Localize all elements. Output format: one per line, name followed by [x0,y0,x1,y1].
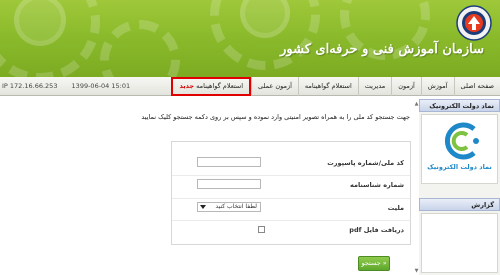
gear-decoration [100,20,180,77]
id-number-row: شماره شناسنامه [172,175,410,197]
top-navbar: IP 172.16.66.253 1399-06-04 15:01 صفحه ا… [0,77,500,96]
row-divider [172,220,410,221]
chevron-left-icon: « [382,260,387,267]
ip-address: IP 172.16.66.253 [2,82,58,90]
nav-home[interactable]: صفحه اصلی [453,77,500,96]
nav-item-label: استعلام گواهینامه [196,82,244,90]
nationality-row: ملیت لطفا انتخاب کنید [172,198,410,220]
id-number-input[interactable] [197,179,261,189]
inquiry-form: کد ملی/شماره پاسپورت شماره شناسنامه ملیت… [171,141,411,245]
pdf-label: دریافت فایل pdf [349,226,404,234]
site-title: سازمان آموزش فنی و حرفه‌ای کشور [280,42,484,57]
nav-exam[interactable]: آزمون [391,77,421,96]
sidebar: نماد دولت الکترونیک نماد دولت الکترونیک … [419,99,500,275]
national-id-label: کد ملی/شماره پاسپورت [327,159,404,167]
nationality-select[interactable]: لطفا انتخاب کنید [197,202,261,212]
nationality-selected-value: لطفا انتخاب کنید [215,203,257,210]
egov-panel[interactable]: نماد دولت الکترونیک [421,114,498,184]
pdf-row: دریافت فایل pdf [172,220,410,242]
egov-logo-icon [444,122,479,160]
pdf-checkbox[interactable] [258,226,265,233]
tvto-logo [456,5,492,41]
nav-certificate-inquiry[interactable]: استعلام گواهینامه [297,77,358,96]
nav-management[interactable]: مدیریت [357,77,391,96]
egov-panel-title: نماد دولت الکترونیک [419,99,500,112]
national-id-input[interactable] [197,157,261,167]
nav-certificate-inquiry-new[interactable]: استعلام گواهینامه جدید [171,77,252,96]
search-button-label: جستجو [361,259,381,267]
search-button[interactable]: «جستجو [358,256,390,271]
report-panel [421,213,498,273]
report-panel-title: گزارش [419,198,500,211]
date-time: 1399-06-04 15:01 [71,82,131,90]
instruction-text: جهت جستجو کد ملی را به همراه تصویر امنیت… [141,113,410,121]
chevron-down-icon [200,205,206,209]
row-divider [172,198,410,199]
new-badge: جدید [179,82,195,90]
egov-caption: نماد دولت الکترونیک [427,163,492,171]
site-header: سازمان آموزش فنی و حرفه‌ای کشور [0,0,500,77]
national-id-row: کد ملی/شماره پاسپورت [172,153,410,175]
main-menu: صفحه اصلی آموزش آزمون مدیریت استعلام گوا… [171,77,500,96]
session-info: IP 172.16.66.253 1399-06-04 15:01 [2,77,142,96]
nav-education[interactable]: آموزش [420,77,454,96]
nav-practical-exam[interactable]: آزمون عملی [251,77,298,96]
row-divider [172,175,410,176]
nationality-label: ملیت [387,204,404,212]
id-number-label: شماره شناسنامه [350,181,404,189]
